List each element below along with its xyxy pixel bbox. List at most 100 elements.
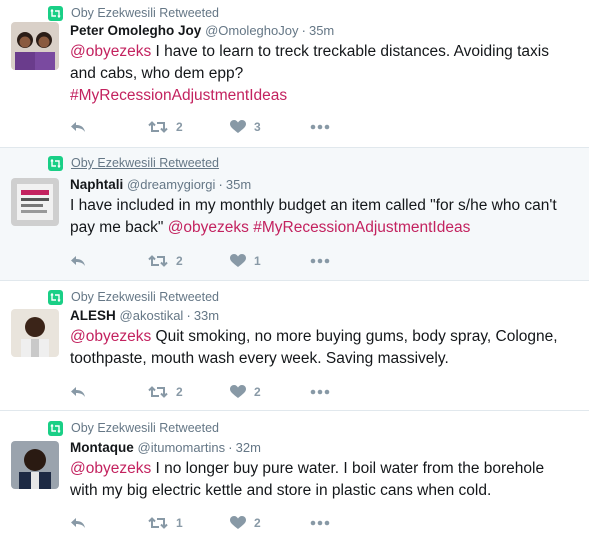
like-count: 1 [254, 254, 261, 268]
separator-dot: · [301, 23, 306, 38]
tweet[interactable]: Oby Ezekwesili Retweeted ALESH @akostika… [0, 281, 589, 411]
like-count: 2 [254, 385, 261, 399]
avatar[interactable] [11, 178, 59, 226]
like-button[interactable]: 2 [230, 385, 310, 399]
reply-icon [70, 385, 86, 399]
heart-icon [230, 385, 246, 399]
retweet-icon [148, 385, 168, 399]
more-button[interactable] [310, 389, 330, 395]
mention-link[interactable]: @obyezeks [70, 328, 151, 345]
retweet-badge-icon [48, 289, 63, 305]
tweet[interactable]: Oby Ezekwesili Retweeted Peter Omolegho … [0, 0, 589, 148]
more-button[interactable] [310, 124, 330, 130]
heart-icon [230, 120, 246, 134]
like-count: 2 [254, 516, 261, 530]
mention-link[interactable]: @obyezeks [70, 460, 151, 477]
text-line: and cabs, who dem epp? [70, 65, 244, 82]
more-dots-icon [310, 258, 330, 264]
more-dots-icon [310, 520, 330, 526]
like-button[interactable]: 1 [230, 254, 310, 268]
tweet-text: @obyezeks Quit smoking, no more buying g… [70, 326, 580, 370]
retweet-icon [148, 516, 168, 530]
tweet-text: @obyezeks I have to learn to treck treck… [70, 41, 580, 107]
text-line: I have to learn to treck treckable dista… [151, 43, 549, 60]
tweet-header: ALESH @akostikal · 33m [70, 307, 219, 325]
retweet-context-label: Oby Ezekwesili Retweeted [71, 156, 219, 170]
timestamp[interactable]: 35m [226, 177, 251, 192]
user-handle[interactable]: @itumomartins [138, 440, 226, 455]
avatar[interactable] [11, 441, 59, 489]
retweet-count: 2 [176, 120, 183, 134]
retweet-context-label: Oby Ezekwesili Retweeted [71, 290, 219, 304]
retweet-badge-icon [48, 155, 63, 171]
reply-icon [70, 254, 86, 268]
reply-button[interactable] [70, 385, 148, 399]
tweet-actions: 2 1 [70, 252, 330, 270]
tweet-text: @obyezeks I no longer buy pure water. I … [70, 458, 580, 502]
tweet[interactable]: Oby Ezekwesili Retweeted Naphtali @dream… [0, 148, 589, 281]
reply-icon [70, 120, 86, 134]
display-name[interactable]: Montaque [70, 440, 134, 455]
avatar[interactable] [11, 309, 59, 357]
retweet-badge-icon [48, 5, 63, 21]
timestamp[interactable]: 32m [236, 440, 261, 455]
user-handle[interactable]: @OmoleghoJoy [205, 23, 298, 38]
hashtag-link[interactable]: #MyRecessionAdjustmentIdeas [253, 219, 470, 236]
retweet-icon [148, 254, 168, 268]
separator-dot: · [218, 177, 223, 192]
like-button[interactable]: 2 [230, 516, 310, 530]
retweet-count: 1 [176, 516, 183, 530]
heart-icon [230, 516, 246, 530]
reply-icon [70, 516, 86, 530]
retweet-count: 2 [176, 385, 183, 399]
timestamp[interactable]: 33m [194, 308, 219, 323]
avatar[interactable] [11, 22, 59, 70]
text-line: toothpaste, mouth wash every week. Savin… [70, 350, 449, 367]
tweet-actions: 1 2 [70, 514, 330, 532]
tweet[interactable]: Oby Ezekwesili Retweeted Montaque @itumo… [0, 411, 589, 544]
more-dots-icon [310, 389, 330, 395]
retweet-context[interactable]: Oby Ezekwesili Retweeted [48, 154, 219, 172]
more-button[interactable] [310, 258, 330, 264]
display-name[interactable]: Peter Omolegho Joy [70, 23, 201, 38]
text-line: with my big electric kettle and store in… [70, 482, 492, 499]
timestamp[interactable]: 35m [309, 23, 334, 38]
reply-button[interactable] [70, 254, 148, 268]
retweet-button[interactable]: 2 [148, 385, 230, 399]
retweet-button[interactable]: 2 [148, 254, 230, 268]
retweet-button[interactable]: 1 [148, 516, 230, 530]
retweet-context-label: Oby Ezekwesili Retweeted [71, 6, 219, 20]
timeline: Oby Ezekwesili Retweeted Peter Omolegho … [0, 0, 589, 544]
hashtag-link[interactable]: #MyRecessionAdjustmentIdeas [70, 87, 287, 104]
text-line: I no longer buy pure water. I boil water… [151, 460, 545, 477]
text-line: Quit smoking, no more buying gums, body … [151, 328, 558, 345]
tweet-header: Montaque @itumomartins · 32m [70, 439, 261, 457]
retweet-context[interactable]: Oby Ezekwesili Retweeted [48, 419, 219, 437]
reply-button[interactable] [70, 120, 148, 134]
retweet-badge-icon [48, 420, 63, 436]
tweet-header: Naphtali @dreamygiorgi · 35m [70, 176, 251, 194]
like-count: 3 [254, 120, 261, 134]
more-button[interactable] [310, 520, 330, 526]
user-handle[interactable]: @akostikal [120, 308, 184, 323]
retweet-context[interactable]: Oby Ezekwesili Retweeted [48, 4, 219, 22]
like-button[interactable]: 3 [230, 120, 310, 134]
display-name[interactable]: Naphtali [70, 177, 123, 192]
mention-link[interactable]: @obyezeks [70, 43, 151, 60]
reply-button[interactable] [70, 516, 148, 530]
heart-icon [230, 254, 246, 268]
user-handle[interactable]: @dreamygiorgi [127, 177, 215, 192]
retweet-icon [148, 120, 168, 134]
separator-dot: · [186, 308, 191, 323]
display-name[interactable]: ALESH [70, 308, 116, 323]
separator-dot: · [228, 440, 233, 455]
retweet-button[interactable]: 2 [148, 120, 230, 134]
retweet-count: 2 [176, 254, 183, 268]
mention-link[interactable]: @obyezeks [168, 219, 249, 236]
tweet-actions: 2 3 [70, 118, 330, 136]
text-line: pay me back" [70, 219, 168, 236]
text-line: I have included in my monthly budget an … [70, 197, 557, 214]
retweet-context[interactable]: Oby Ezekwesili Retweeted [48, 288, 219, 306]
more-dots-icon [310, 124, 330, 130]
tweet-actions: 2 2 [70, 383, 330, 401]
